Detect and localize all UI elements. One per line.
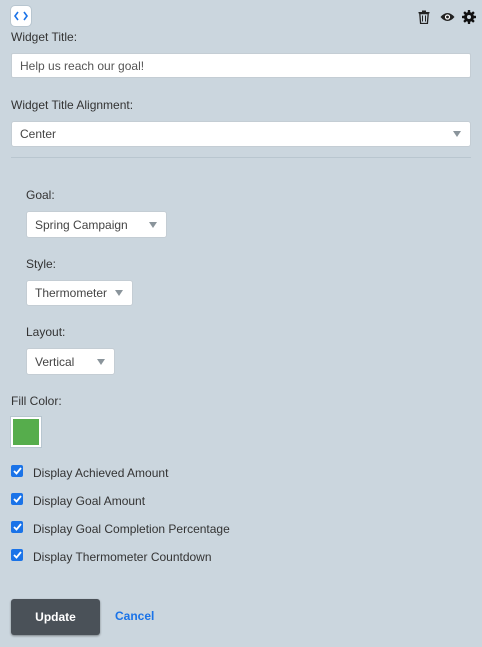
alignment-label: Widget Title Alignment:	[11, 98, 134, 112]
preview-button[interactable]	[439, 9, 455, 25]
option-label: Display Achieved Amount	[33, 466, 169, 480]
style-label: Style:	[26, 257, 57, 271]
option-achieved-amount[interactable]: Display Achieved Amount	[11, 464, 168, 480]
goal-value: Spring Campaign	[35, 217, 128, 232]
delete-button[interactable]	[416, 9, 432, 25]
chevron-down-icon	[115, 290, 123, 296]
checkbox-checked-icon[interactable]	[11, 520, 23, 533]
settings-button[interactable]	[461, 9, 477, 25]
eye-icon	[440, 13, 454, 21]
checkbox-checked-icon[interactable]	[11, 492, 23, 505]
cancel-link[interactable]: Cancel	[115, 609, 154, 623]
widget-title-label: Widget Title:	[11, 30, 78, 44]
goal-label: Goal:	[26, 188, 55, 202]
code-icon	[14, 11, 28, 21]
widget-title-input[interactable]	[11, 53, 471, 78]
layout-value: Vertical	[35, 354, 75, 369]
goal-select[interactable]: Spring Campaign	[26, 211, 167, 238]
chevron-down-icon	[97, 358, 105, 365]
code-view-button[interactable]	[11, 6, 31, 26]
style-select[interactable]: Thermometer	[26, 280, 133, 306]
fill-color-swatch[interactable]	[11, 417, 41, 447]
checkbox-checked-icon[interactable]	[11, 464, 23, 477]
option-label: Display Goal Completion Percentage	[33, 522, 230, 536]
option-goal-amount[interactable]: Display Goal Amount	[11, 492, 145, 508]
alignment-select[interactable]: Center	[11, 121, 471, 147]
option-thermometer-countdown[interactable]: Display Thermometer Countdown	[11, 548, 212, 564]
trash-icon	[418, 10, 430, 24]
chevron-down-icon	[453, 131, 461, 137]
option-goal-completion-percentage[interactable]: Display Goal Completion Percentage	[11, 520, 230, 536]
option-label: Display Thermometer Countdown	[33, 550, 212, 564]
alignment-value: Center	[20, 127, 57, 141]
option-label: Display Goal Amount	[33, 494, 146, 508]
gear-icon	[462, 10, 476, 24]
section-divider	[11, 157, 471, 158]
chevron-down-icon	[149, 221, 157, 228]
update-button[interactable]: Update	[11, 599, 100, 635]
layout-select[interactable]: Vertical	[26, 348, 115, 375]
style-value: Thermometer	[35, 286, 108, 300]
checkbox-checked-icon[interactable]	[11, 548, 23, 561]
fill-color-label: Fill Color:	[11, 394, 62, 408]
layout-label: Layout:	[26, 325, 66, 339]
